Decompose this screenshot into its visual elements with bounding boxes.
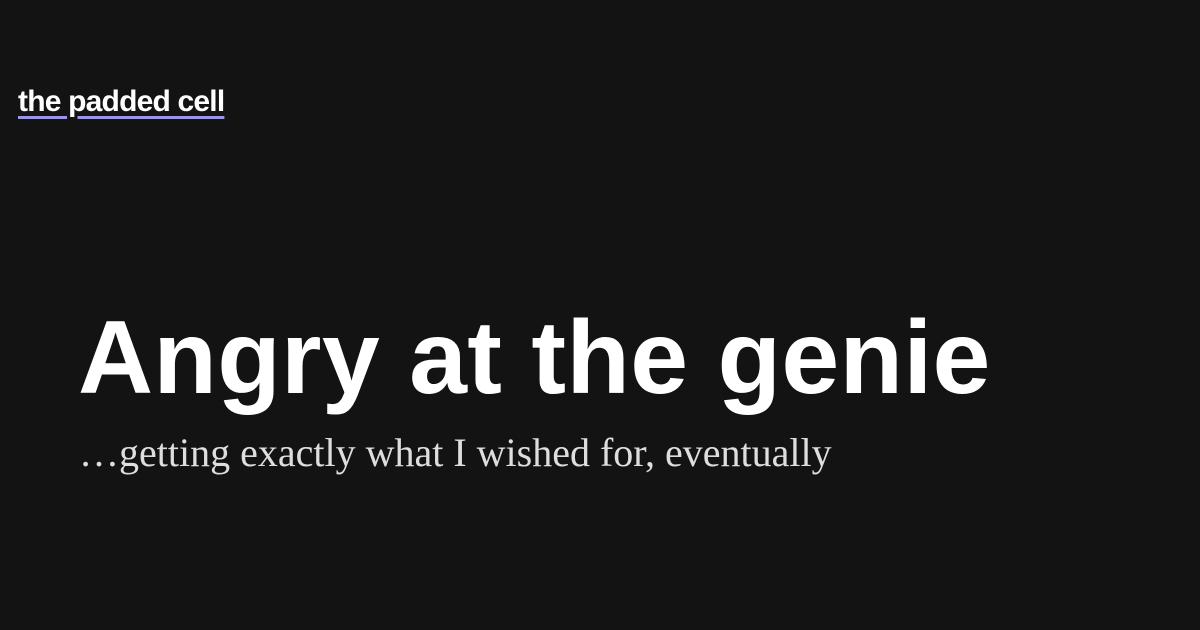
post-subtitle: …getting exactly what I wished for, even… [79,430,832,475]
post-title: Angry at the genie [78,300,991,416]
site-name-link[interactable]: the padded cell [18,84,225,120]
